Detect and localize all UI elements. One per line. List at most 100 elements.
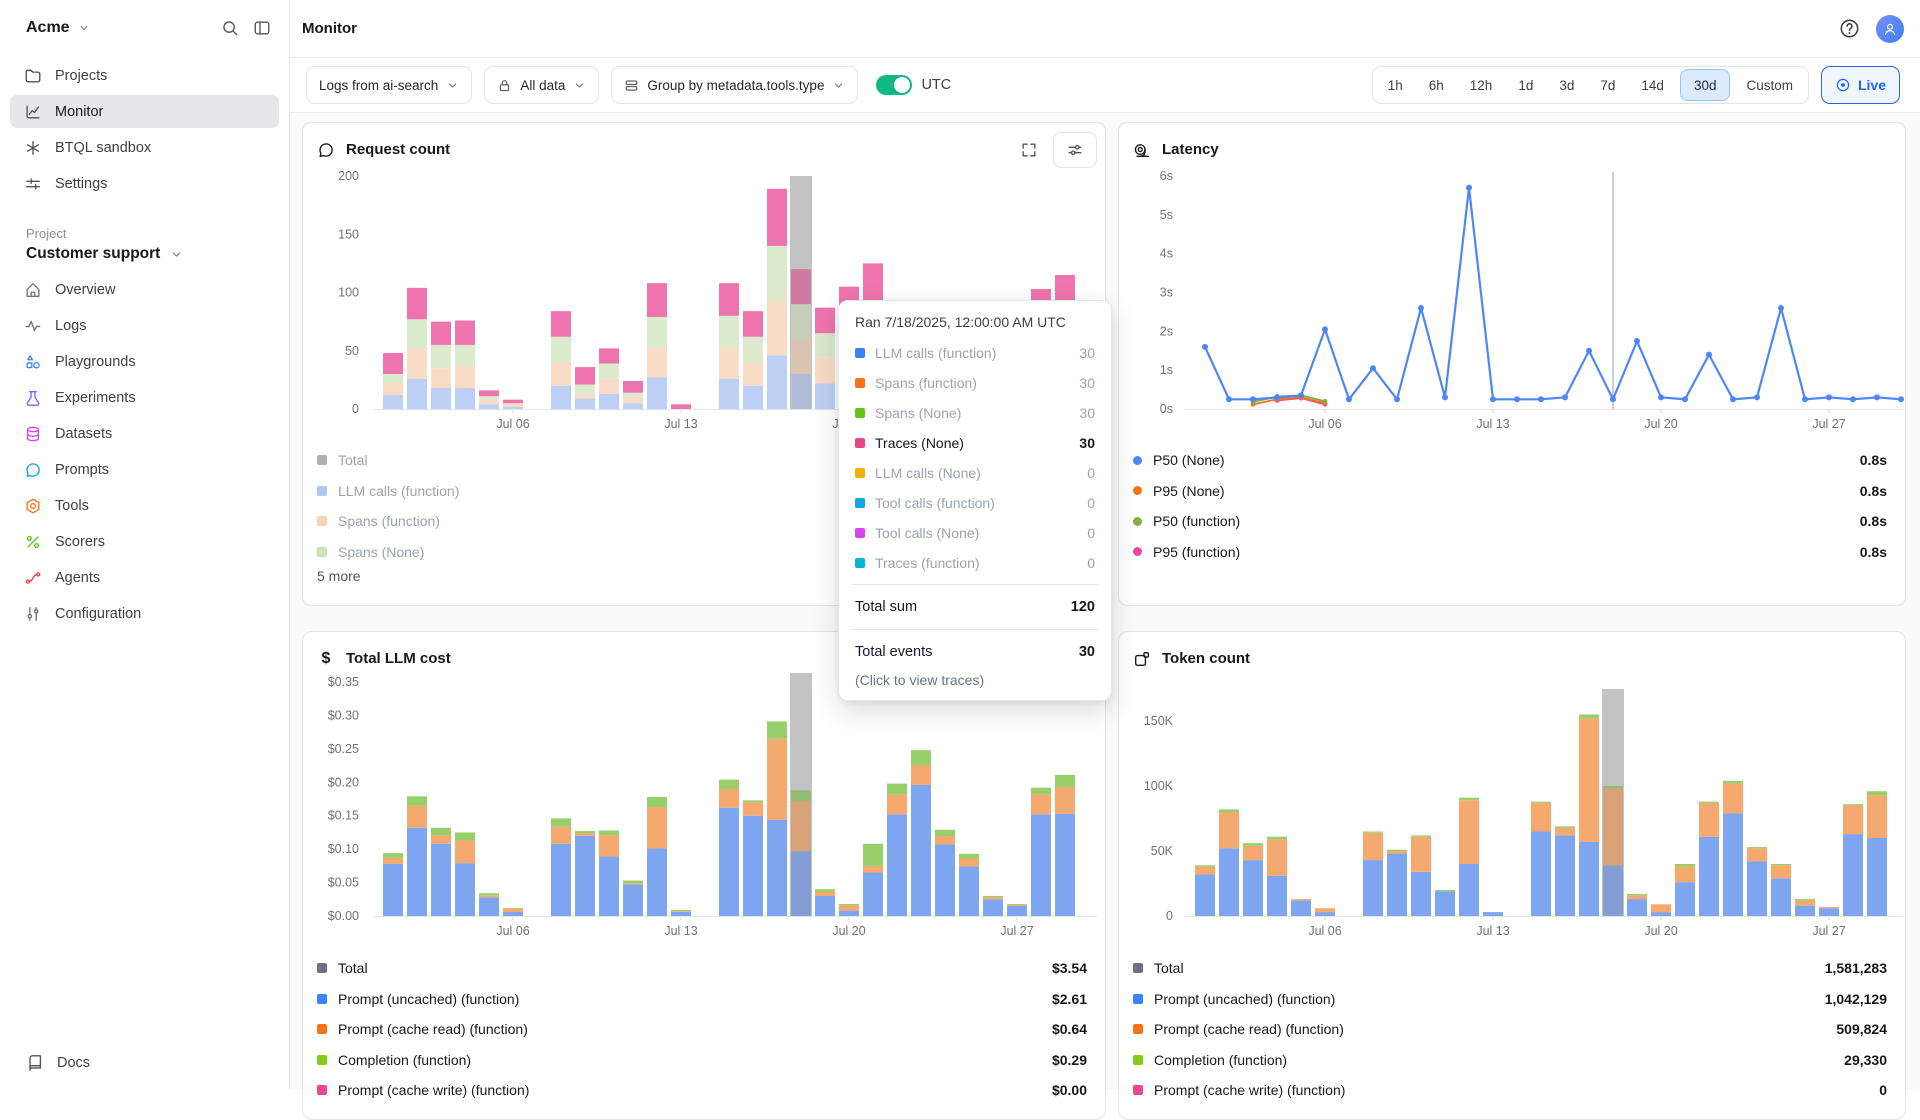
sidebar-item-tools[interactable]: Tools xyxy=(10,489,279,522)
chat-bubble-icon xyxy=(317,141,335,159)
legend-swatch xyxy=(317,516,327,526)
svg-text:Jul 27: Jul 27 xyxy=(1000,924,1033,938)
tooltip-row-traces-function-: Traces (function)0 xyxy=(855,548,1095,578)
legend-item-prompt-cache-write-function-[interactable]: Prompt (cache write) (function)0 xyxy=(1125,1075,1895,1106)
page-title: Monitor xyxy=(302,20,357,37)
svg-text:$0.15: $0.15 xyxy=(328,809,359,823)
expand-chart-button[interactable] xyxy=(1016,137,1042,163)
sidebar-project-nav: OverviewLogsPlaygroundsExperimentsDatase… xyxy=(0,273,289,630)
svg-text:150: 150 xyxy=(338,227,359,241)
beaker-icon xyxy=(24,389,42,407)
sidebar-item-btql-sandbox[interactable]: BTQL sandbox xyxy=(10,131,279,164)
tooltip-total-events: Total events30 xyxy=(855,636,1095,668)
svg-text:200: 200 xyxy=(338,169,359,183)
svg-text:$0.00: $0.00 xyxy=(328,909,359,923)
legend-item-p50-function-[interactable]: P50 (function)0.8s xyxy=(1125,506,1895,537)
card-title: Request count xyxy=(346,141,450,158)
tooltip-row-tool-calls-function-: Tool calls (function)0 xyxy=(855,488,1095,518)
total-llm-cost-chart[interactable]: $0.00$0.05$0.10$0.15$0.20$0.25$0.30$0.35… xyxy=(307,669,1101,946)
svg-text:2s: 2s xyxy=(1160,324,1173,338)
svg-text:Jul 27: Jul 27 xyxy=(1812,417,1845,431)
legend-item-total[interactable]: Total1,581,283 xyxy=(1125,953,1895,984)
filter-all-data[interactable]: All data xyxy=(484,66,599,104)
search-icon[interactable] xyxy=(221,19,239,37)
sidebar-toggle-icon[interactable] xyxy=(253,19,271,37)
legend-swatch xyxy=(1133,486,1142,495)
time-range-12h[interactable]: 12h xyxy=(1457,66,1506,104)
route-icon xyxy=(24,569,42,587)
legend-item-total[interactable]: Total$3.54 xyxy=(309,953,1095,984)
filter-group-by-metadata-tools-type[interactable]: Group by metadata.tools.type xyxy=(611,66,858,104)
legend-item-prompt-cache-read-function-[interactable]: Prompt (cache read) (function)509,824 xyxy=(1125,1014,1895,1045)
token-count-chart[interactable]: 050K100K150KJul 06Jul 13Jul 20Jul 27 xyxy=(1131,669,1907,946)
project-switcher[interactable]: Customer support xyxy=(26,245,289,263)
dashboard: Request count 050100150200Jul 06Jul 13Ju… xyxy=(290,113,1920,1089)
org-switcher[interactable]: Acme xyxy=(26,19,90,37)
svg-text:Jul 13: Jul 13 xyxy=(1476,924,1509,938)
slidersH-icon xyxy=(24,175,42,193)
sidebar-item-datasets[interactable]: Datasets xyxy=(10,417,279,450)
time-range-custom[interactable]: Custom xyxy=(1733,66,1806,104)
tooltip-row-tool-calls-none-: Tool calls (None)0 xyxy=(855,518,1095,548)
tooltip-row-llm-calls-none-: LLM calls (None)0 xyxy=(855,458,1095,488)
legend-item-prompt-cache-write-function-[interactable]: Prompt (cache write) (function)$0.00 xyxy=(309,1075,1095,1106)
org-name: Acme xyxy=(26,19,70,37)
time-range-3d[interactable]: 3d xyxy=(1546,66,1587,104)
chart-tooltip[interactable]: Ran 7/18/2025, 12:00:00 AM UTC LLM calls… xyxy=(838,300,1112,701)
card-title: Latency xyxy=(1162,141,1219,158)
home-icon xyxy=(24,281,42,299)
legend-item-p95-function-[interactable]: P95 (function)0.8s xyxy=(1125,537,1895,568)
sidebar-item-monitor[interactable]: Monitor xyxy=(10,95,279,128)
legend-item-prompt-uncached-function-[interactable]: Prompt (uncached) (function)1,042,129 xyxy=(1125,984,1895,1015)
sidebar-item-experiments[interactable]: Experiments xyxy=(10,381,279,414)
sidebar-item-prompts[interactable]: Prompts xyxy=(10,453,279,486)
filter-logs-from-ai-search[interactable]: Logs from ai-search xyxy=(306,66,472,104)
percent-icon xyxy=(24,533,42,551)
svg-text:Jul 06: Jul 06 xyxy=(1308,924,1341,938)
sidebar-item-settings[interactable]: Settings xyxy=(10,167,279,200)
sidebar-item-scorers[interactable]: Scorers xyxy=(10,525,279,558)
lock-icon xyxy=(497,78,512,93)
chart-settings-button[interactable] xyxy=(1053,132,1097,168)
sidebar-item-playgrounds[interactable]: Playgrounds xyxy=(10,345,279,378)
sidebar-item-projects[interactable]: Projects xyxy=(10,59,279,92)
legend-more-link[interactable]: 5 more xyxy=(317,568,361,584)
time-range-1h[interactable]: 1h xyxy=(1375,66,1416,104)
legend-item-prompt-cache-read-function-[interactable]: Prompt (cache read) (function)$0.64 xyxy=(309,1014,1095,1045)
time-range-30d[interactable]: 30d xyxy=(1680,69,1731,101)
legend-item-p50-none-[interactable]: P50 (None)0.8s xyxy=(1125,445,1895,476)
legend-item-prompt-uncached-function-[interactable]: Prompt (uncached) (function)$2.61 xyxy=(309,984,1095,1015)
legend-swatch xyxy=(317,994,327,1004)
legend-item-p95-none-[interactable]: P95 (None)0.8s xyxy=(1125,476,1895,507)
svg-text:$0.30: $0.30 xyxy=(328,708,359,722)
chevron-down-icon xyxy=(832,79,845,92)
latency-chart[interactable]: 0s1s2s3s4s5s6sJul 06Jul 13Jul 20Jul 27 xyxy=(1131,164,1907,440)
chevron-down-icon xyxy=(170,248,183,261)
legend-item-completion-function-[interactable]: Completion (function)$0.29 xyxy=(309,1045,1095,1076)
sidebar-item-logs[interactable]: Logs xyxy=(10,309,279,342)
sidebar: Acme ProjectsMonitorBTQL sandboxSettings… xyxy=(0,0,290,1089)
help-icon[interactable] xyxy=(1839,18,1860,39)
avatar[interactable] xyxy=(1876,15,1904,43)
time-range-1d[interactable]: 1d xyxy=(1505,66,1546,104)
legend-swatch xyxy=(317,547,327,557)
sidebar-item-overview[interactable]: Overview xyxy=(10,273,279,306)
legend-item-completion-function-[interactable]: Completion (function)29,330 xyxy=(1125,1045,1895,1076)
token-count-legend: Total1,581,283Prompt (uncached) (functio… xyxy=(1125,953,1895,1106)
sidebar-item-docs[interactable]: Docs xyxy=(14,1047,102,1079)
live-button[interactable]: Live xyxy=(1821,66,1900,104)
time-range-14d[interactable]: 14d xyxy=(1628,66,1677,104)
utc-toggle[interactable]: UTC xyxy=(876,75,951,95)
sidebar-item-agents[interactable]: Agents xyxy=(10,561,279,594)
svg-text:$0.10: $0.10 xyxy=(328,842,359,856)
time-range-7d[interactable]: 7d xyxy=(1587,66,1628,104)
total-llm-cost-legend: Total$3.54Prompt (uncached) (function)$2… xyxy=(309,953,1095,1106)
project-section-label: Project xyxy=(26,226,289,241)
svg-text:$0.35: $0.35 xyxy=(328,675,359,689)
slidersV-icon xyxy=(24,605,42,623)
person-icon xyxy=(1882,21,1898,37)
svg-text:0s: 0s xyxy=(1160,402,1173,416)
legend-swatch xyxy=(317,1085,327,1095)
sidebar-item-configuration[interactable]: Configuration xyxy=(10,597,279,630)
time-range-6h[interactable]: 6h xyxy=(1416,66,1457,104)
